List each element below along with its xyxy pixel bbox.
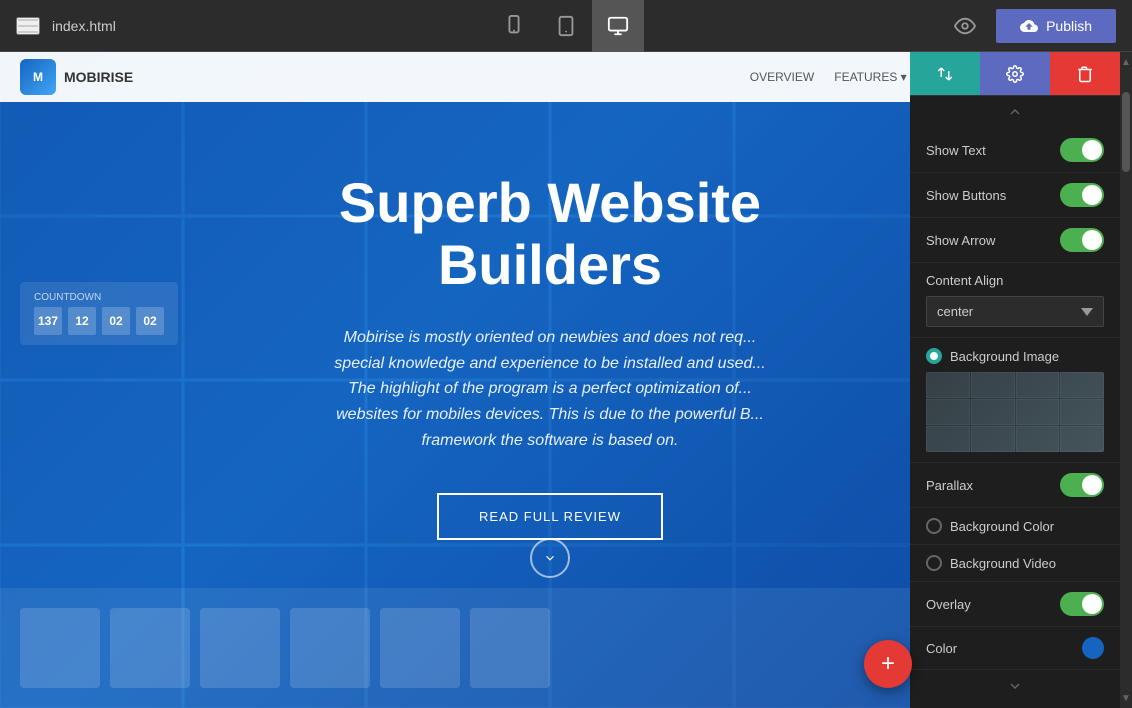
publish-button[interactable]: Publish	[996, 9, 1116, 43]
scroll-down-button[interactable]	[530, 538, 570, 578]
header-left: index.html	[16, 17, 116, 35]
filename-label: index.html	[52, 18, 116, 34]
main-area: M MOBIRISE OVERVIEW FEATURES ▾ HELP ▾ DO…	[0, 52, 1132, 708]
desktop-device-button[interactable]	[592, 0, 644, 52]
swap-button[interactable]	[910, 52, 980, 95]
thumb-6	[470, 608, 550, 688]
show-text-row: Show Text	[910, 128, 1120, 173]
background-image-radio[interactable]	[926, 348, 942, 364]
content-align-section: Content Align left center right	[910, 263, 1120, 338]
show-arrow-knob	[1082, 230, 1102, 250]
radio-inner	[930, 352, 938, 360]
background-video-radio[interactable]	[926, 555, 942, 571]
menu-button[interactable]	[16, 17, 40, 35]
color-row: Color	[910, 627, 1120, 670]
nav-link-features[interactable]: FEATURES ▾	[834, 70, 906, 84]
hero-cta-button[interactable]: READ FULL REVIEW	[437, 493, 663, 540]
show-arrow-label: Show Arrow	[926, 233, 995, 248]
overlay-knob	[1082, 594, 1102, 614]
scrollbar[interactable]: ▲ ▼	[1120, 52, 1132, 708]
show-text-knob	[1082, 140, 1102, 160]
add-fab-button[interactable]: +	[864, 640, 912, 688]
background-image-row: Background Image	[926, 348, 1104, 364]
device-switcher	[488, 0, 644, 52]
hero-title-line1: Superb Website	[339, 171, 761, 234]
delete-button[interactable]	[1050, 52, 1120, 95]
show-buttons-toggle[interactable]	[1060, 183, 1104, 207]
show-text-toggle[interactable]	[1060, 138, 1104, 162]
color-label: Color	[926, 641, 957, 656]
overlay-row: Overlay	[910, 582, 1120, 627]
show-arrow-toggle[interactable]	[1060, 228, 1104, 252]
content-align-label: Content Align	[926, 273, 1104, 288]
background-video-row: Background Video	[910, 545, 1120, 582]
logo-icon: M	[20, 59, 56, 95]
mobile-device-button[interactable]	[488, 0, 540, 52]
background-image-label: Background Image	[950, 349, 1059, 364]
overlay-label: Overlay	[926, 597, 971, 612]
background-image-thumbnail[interactable]	[926, 372, 1104, 452]
thumb-grid	[926, 372, 1104, 452]
background-color-label: Background Color	[950, 519, 1104, 534]
thumb-1	[20, 608, 100, 688]
hero-subtitle: Mobirise is mostly oriented on newbies a…	[250, 325, 850, 453]
scrollbar-thumb[interactable]	[1122, 92, 1130, 172]
parallax-label: Parallax	[926, 478, 973, 493]
show-buttons-row: Show Buttons	[910, 173, 1120, 218]
nav-link-overview[interactable]: OVERVIEW	[750, 70, 814, 84]
background-color-row: Background Color	[910, 508, 1120, 545]
background-image-section: Background Image	[910, 338, 1120, 463]
thumb-2	[110, 608, 190, 688]
parallax-knob	[1082, 475, 1102, 495]
panel-toolbar	[910, 52, 1120, 96]
background-color-radio[interactable]	[926, 518, 942, 534]
settings-button[interactable]	[980, 52, 1050, 95]
background-video-label: Background Video	[950, 556, 1104, 571]
tablet-device-button[interactable]	[540, 0, 592, 52]
show-buttons-label: Show Buttons	[926, 188, 1006, 203]
header: index.html Publish	[0, 0, 1132, 52]
thumb-3	[200, 608, 280, 688]
preview-logo: M MOBIRISE	[20, 59, 133, 95]
panel-scroll-area[interactable]: Show Text Show Buttons Show Arrow	[910, 96, 1120, 708]
thumb-4	[290, 608, 370, 688]
panel-scroll-up[interactable]	[910, 96, 1120, 128]
overlay-toggle[interactable]	[1060, 592, 1104, 616]
settings-panel: Show Text Show Buttons Show Arrow	[910, 52, 1120, 708]
scroll-up-arrow[interactable]: ▲	[1120, 52, 1132, 72]
hero-title-line2: Builders	[438, 233, 662, 296]
show-text-label: Show Text	[926, 143, 986, 158]
parallax-toggle[interactable]	[1060, 473, 1104, 497]
show-buttons-knob	[1082, 185, 1102, 205]
preview-arrow	[530, 538, 570, 578]
header-right: Publish	[954, 9, 1116, 43]
thumb-5	[380, 608, 460, 688]
logo-text: MOBIRISE	[64, 69, 133, 85]
preview-button[interactable]	[954, 15, 976, 37]
show-arrow-row: Show Arrow	[910, 218, 1120, 263]
scroll-down-arrow[interactable]: ▼	[1120, 688, 1132, 708]
panel-scroll-down[interactable]	[910, 670, 1120, 702]
content-align-select[interactable]: left center right	[926, 296, 1104, 327]
parallax-row: Parallax	[910, 463, 1120, 508]
color-swatch[interactable]	[1082, 637, 1104, 659]
